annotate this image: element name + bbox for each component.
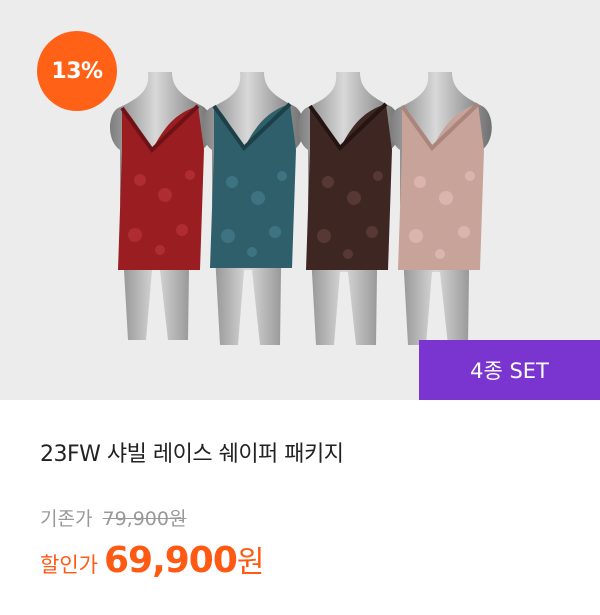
original-price-row: 기존가 79,900원 <box>40 504 186 531</box>
original-price: 79,900원 <box>102 508 187 530</box>
set-badge: 4종 SET <box>419 340 600 400</box>
mannequin-teal <box>202 72 304 345</box>
product-image[interactable]: 13% 4종 SET <box>0 0 600 400</box>
mannequin-brown <box>298 72 400 345</box>
original-price-label: 기존가 <box>40 508 93 530</box>
mannequin-red <box>110 72 212 340</box>
product-card[interactable]: 13% 4종 SET 23FW 샤빌 레이스 쉐이퍼 패키지 기존가 79,90… <box>0 0 600 615</box>
set-text: 4종 SET <box>470 359 549 383</box>
sale-price-row: 할인가 69,900 원 <box>40 537 265 581</box>
sale-price-label: 할인가 <box>40 553 98 577</box>
discount-badge: 13% <box>37 31 117 111</box>
product-title[interactable]: 23FW 샤빌 레이스 쉐이퍼 패키지 <box>40 436 344 468</box>
mannequin-pink <box>390 72 492 345</box>
discount-text: 13% <box>51 58 103 84</box>
sale-price: 69,900 <box>103 540 238 581</box>
sale-currency: 원 <box>236 545 265 580</box>
